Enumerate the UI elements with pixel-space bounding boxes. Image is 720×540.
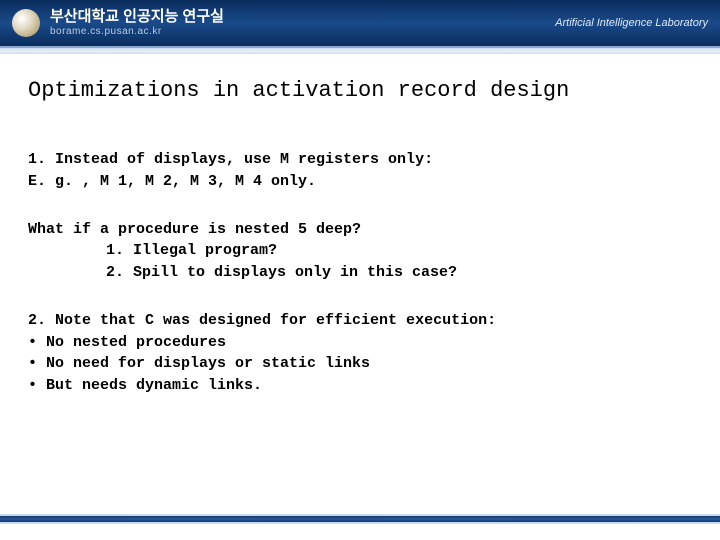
text-line: 2. Spill to displays only in this case? <box>28 262 692 284</box>
lab-name: Artificial Intelligence Laboratory <box>555 17 708 29</box>
header-subtitle: borame.cs.pusan.ac.kr <box>50 26 224 37</box>
slide-title: Optimizations in activation record desig… <box>28 78 692 103</box>
text-line: What if a procedure is nested 5 deep? <box>28 219 692 241</box>
section-3: 2. Note that C was designed for efficien… <box>28 310 692 397</box>
header-bar: 부산대학교 인공지능 연구실 borame.cs.pusan.ac.kr Art… <box>0 0 720 48</box>
text-line: 1. Instead of displays, use M registers … <box>28 149 692 171</box>
text-line: • But needs dynamic links. <box>28 375 692 397</box>
header-korean-title: 부산대학교 인공지능 연구실 <box>50 9 224 26</box>
header-titles: 부산대학교 인공지능 연구실 borame.cs.pusan.ac.kr <box>50 9 224 37</box>
university-logo-icon <box>12 9 40 37</box>
text-line: • No need for displays or static links <box>28 353 692 375</box>
footer-bar <box>0 514 720 524</box>
text-line: • No nested procedures <box>28 332 692 354</box>
text-line: E. g. , M 1, M 2, M 3, M 4 only. <box>28 171 692 193</box>
header-stripe <box>0 48 720 54</box>
section-1: 1. Instead of displays, use M registers … <box>28 149 692 193</box>
text-line: 2. Note that C was designed for efficien… <box>28 310 692 332</box>
text-line: 1. Illegal program? <box>28 240 692 262</box>
slide-content: Optimizations in activation record desig… <box>0 48 720 397</box>
section-2: What if a procedure is nested 5 deep? 1.… <box>28 219 692 284</box>
